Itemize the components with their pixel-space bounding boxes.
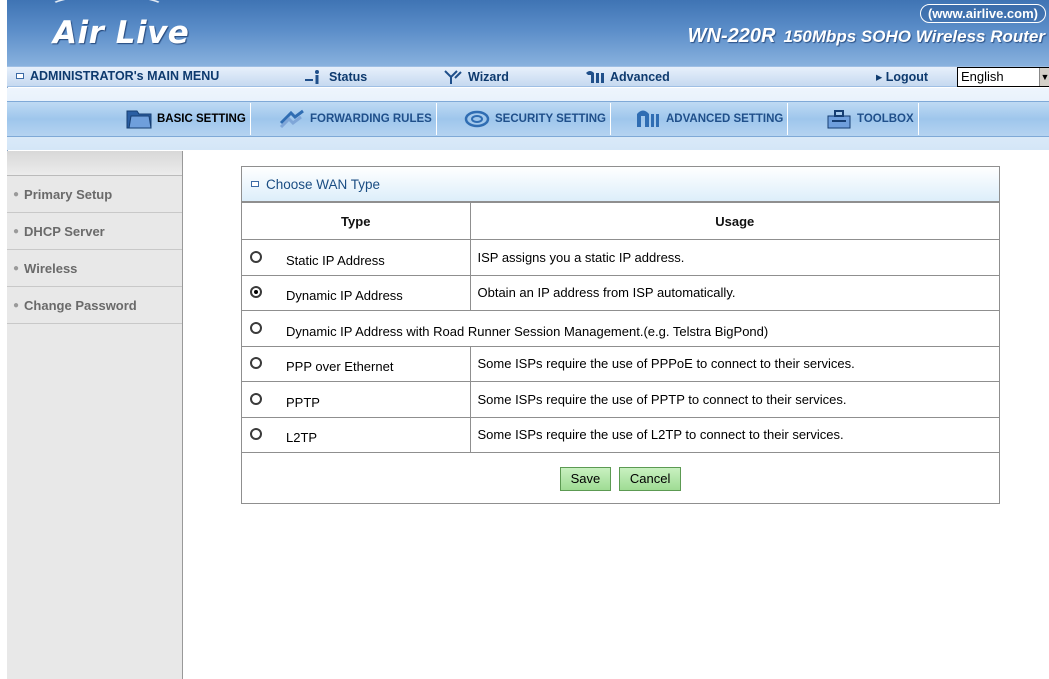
- logout-label: ▸ Logout: [876, 70, 929, 84]
- admin-menu-bar: ADMINISTRATOR's MAIN MENU Status Wizard …: [7, 66, 1049, 87]
- admin-main-menu[interactable]: ADMINISTRATOR's MAIN MENU: [16, 69, 219, 83]
- table-row: Dynamic IP Address with Road Runner Sess…: [242, 310, 999, 347]
- usage-cell: ISP assigns you a static IP address.: [469, 239, 999, 276]
- choose-wan-type-panel: Choose WAN Type Type Usage Static IP Add…: [241, 166, 1000, 505]
- tab-advanced-setting-label: ADVANCED SETTING: [666, 113, 784, 125]
- radio-road-runner[interactable]: [250, 321, 262, 334]
- panel-title-text: Choose WAN Type: [266, 176, 381, 192]
- advanced-link[interactable]: Advanced: [584, 69, 670, 85]
- panel-title: Choose WAN Type: [242, 167, 999, 202]
- column-header-usage: Usage: [469, 202, 999, 240]
- menu-square-icon: [16, 73, 24, 79]
- toolbox-icon: [827, 110, 851, 129]
- tab-security-setting-label: SECURITY SETTING: [495, 113, 606, 125]
- logout-link[interactable]: ▸ Logout: [876, 69, 928, 84]
- type-label: Static IP Address: [286, 252, 385, 268]
- bullet-icon: ●: [13, 299, 20, 311]
- advanced-setting-icon: [637, 110, 659, 127]
- usage-cell: Obtain an IP address from ISP automatica…: [469, 274, 999, 311]
- tab-basic-setting[interactable]: BASIC SETTING: [124, 103, 251, 135]
- sidebar-item-dhcp-server[interactable]: ● DHCP Server: [7, 213, 182, 250]
- column-header-type: Type: [242, 202, 471, 240]
- header-banner: Air Live (www.airlive.com) WN-220R 150Mbp…: [7, 0, 1049, 68]
- radio-l2tp[interactable]: [250, 428, 262, 441]
- status-label: Status: [329, 70, 368, 84]
- sidebar-item-change-password[interactable]: ● Change Password: [7, 287, 182, 324]
- cancel-button[interactable]: Cancel: [618, 466, 682, 491]
- forwarding-icon: [279, 109, 304, 129]
- admin-main-menu-label: ADMINISTRATOR's MAIN MENU: [30, 69, 220, 83]
- button-cell: Save Cancel: [242, 452, 999, 505]
- table-row: PPP over Ethernet Some ISPs require the …: [242, 345, 999, 382]
- sidebar-item-label: Change Password: [24, 297, 137, 313]
- usage-cell: Some ISPs require the use of L2TP to con…: [469, 416, 999, 453]
- save-button[interactable]: Save: [559, 466, 612, 491]
- usage-cell: Some ISPs require the use of PPPoE to co…: [469, 345, 999, 382]
- wizard-link[interactable]: Wizard: [442, 69, 509, 85]
- model-name: WN-220R: [687, 25, 776, 47]
- language-select[interactable]: English ▼: [957, 67, 1049, 87]
- button-row: Save Cancel: [242, 452, 999, 505]
- type-cell: Dynamic IP Address: [242, 274, 471, 311]
- tab-forwarding-rules-label: FORWARDING RULES: [310, 113, 432, 125]
- sidebar-item-label: Primary Setup: [24, 186, 113, 202]
- model-description: 150Mbps SOHO Wireless Router: [783, 27, 1045, 46]
- table-row: L2TP Some ISPs require the use of L2TP t…: [242, 416, 999, 453]
- table-row: Static IP Address ISP assigns you a stat…: [242, 239, 999, 276]
- tab-basic-setting-label: BASIC SETTING: [157, 113, 246, 125]
- sidebar-item-wireless[interactable]: ● Wireless: [7, 250, 182, 287]
- sidebar-top-band: [7, 151, 182, 176]
- bullet-icon: ●: [13, 188, 20, 200]
- table-row: Dynamic IP Address Obtain an IP address …: [242, 274, 999, 311]
- folder-icon: [126, 110, 152, 129]
- radio-pptp[interactable]: [250, 392, 262, 405]
- website-link[interactable]: (www.airlive.com): [919, 4, 1046, 23]
- security-icon: [464, 110, 490, 128]
- tab-toolbox[interactable]: TOOLBOX: [824, 103, 919, 135]
- brand-logo: Air Live: [53, 15, 190, 51]
- tab-bar: BASIC SETTING FORWARDING RULES SECURITY …: [7, 101, 1049, 137]
- status-link[interactable]: Status: [303, 69, 367, 85]
- tab-advanced-setting[interactable]: ADVANCED SETTING: [633, 103, 789, 135]
- tab-security-setting[interactable]: SECURITY SETTING: [462, 103, 611, 135]
- panel-square-icon: [251, 181, 259, 187]
- chevron-down-icon[interactable]: ▼: [1039, 68, 1049, 86]
- sidebar: ● Primary Setup ● DHCP Server ● Wireless…: [7, 151, 183, 679]
- type-label: PPP over Ethernet: [286, 359, 394, 375]
- language-value: English: [961, 69, 1004, 84]
- type-cell: PPTP: [242, 381, 471, 418]
- type-cell: Static IP Address: [242, 239, 471, 276]
- radio-static-ip[interactable]: [250, 250, 262, 263]
- advanced-label: Advanced: [610, 70, 670, 84]
- type-label: L2TP: [286, 430, 318, 446]
- wizard-label: Wizard: [468, 70, 509, 84]
- bullet-icon: ●: [13, 225, 20, 237]
- wan-type-table: Type Usage Static IP Address ISP assigns…: [242, 202, 999, 505]
- model-line: WN-220R 150Mbps SOHO Wireless Router: [688, 25, 1045, 48]
- advanced-icon: [586, 71, 604, 83]
- type-cell: L2TP: [242, 416, 471, 453]
- wizard-icon: [444, 70, 462, 84]
- usage-cell: Some ISPs require the use of PPTP to con…: [469, 381, 999, 418]
- tab-strip: BASIC SETTING FORWARDING RULES SECURITY …: [7, 88, 1049, 150]
- type-label: PPTP: [286, 394, 320, 410]
- type-label: Dynamic IP Address: [286, 288, 403, 304]
- type-cell: Dynamic IP Address with Road Runner Sess…: [242, 310, 999, 347]
- sidebar-item-label: Wireless: [24, 260, 78, 276]
- table-header-row: Type Usage: [242, 202, 999, 240]
- tab-toolbox-label: TOOLBOX: [857, 113, 914, 125]
- radio-pppoe[interactable]: [250, 357, 262, 370]
- tab-forwarding-rules[interactable]: FORWARDING RULES: [277, 103, 437, 135]
- type-cell: PPP over Ethernet: [242, 345, 471, 382]
- bullet-icon: ●: [13, 262, 20, 274]
- sidebar-item-label: DHCP Server: [24, 223, 105, 239]
- radio-dynamic-ip[interactable]: [250, 286, 262, 299]
- table-row: PPTP Some ISPs require the use of PPTP t…: [242, 381, 999, 418]
- type-label: Dynamic IP Address with Road Runner Sess…: [286, 323, 769, 339]
- sidebar-item-primary-setup[interactable]: ● Primary Setup: [7, 176, 182, 213]
- status-icon: [305, 70, 319, 84]
